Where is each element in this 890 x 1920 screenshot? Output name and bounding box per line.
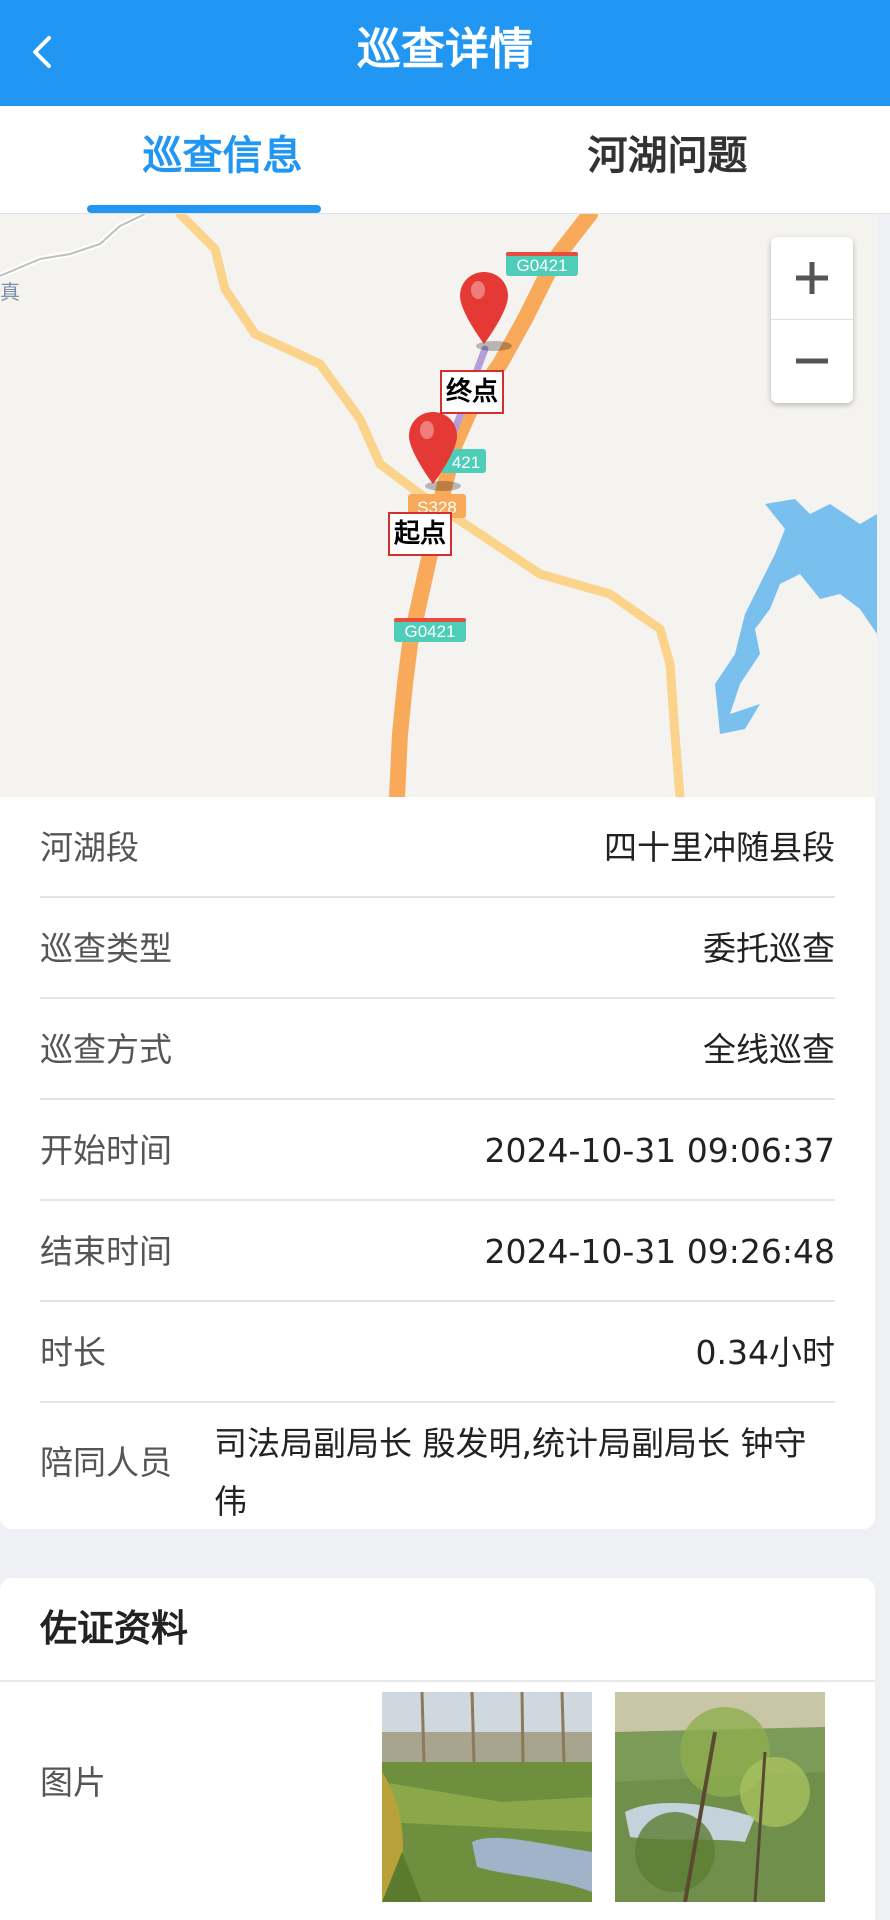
patrol-type-label: 巡查类型 <box>40 929 172 968</box>
photo-image <box>382 1692 592 1902</box>
tab-patrol-info[interactable]: 巡查信息 <box>0 106 445 214</box>
app-header: 巡查详情 <box>0 0 890 106</box>
patrol-method-value: 全线巡查 <box>703 1030 835 1069</box>
row-patrol-type: 巡查类型 委托巡查 <box>40 898 835 999</box>
river-section-label: 河湖段 <box>40 828 139 867</box>
svg-text:G0421: G0421 <box>516 256 567 275</box>
end-time-value: 2024-10-31 09:26:48 <box>484 1232 835 1271</box>
chevron-left-icon <box>33 36 51 68</box>
river-section-value: 四十里冲随县段 <box>604 828 835 867</box>
end-time-label: 结束时间 <box>40 1232 172 1271</box>
patrol-method-label: 巡查方式 <box>40 1030 172 1069</box>
page-title: 巡查详情 <box>357 24 533 75</box>
evidence-photo-2[interactable] <box>615 1692 825 1902</box>
plus-icon <box>796 262 828 294</box>
evidence-title: 佐证资料 <box>40 1607 188 1650</box>
start-time-value: 2024-10-31 09:06:37 <box>484 1131 835 1170</box>
companions-label: 陪同人员 <box>40 1443 172 1482</box>
map-canvas: G0421 421 S328 G0421 真 <box>0 214 877 797</box>
svg-text:G0421: G0421 <box>404 622 455 641</box>
active-tab-indicator <box>87 205 321 213</box>
svg-text:421: 421 <box>452 453 480 472</box>
minus-icon <box>796 358 828 364</box>
zoom-in-button[interactable] <box>771 237 853 319</box>
evidence-divider <box>0 1680 875 1682</box>
row-river-section: 河湖段 四十里冲随县段 <box>40 797 835 898</box>
patrol-type-value: 委托巡查 <box>703 929 835 968</box>
patrol-info-card: 河湖段 四十里冲随县段 巡查类型 委托巡查 巡查方式 全线巡查 开始时间 202… <box>0 797 875 1529</box>
duration-value: 0.34小时 <box>695 1333 835 1372</box>
start-marker-label: 起点 <box>388 512 453 556</box>
tab-bar: 巡查信息 河湖问题 <box>0 106 890 214</box>
map-place-label: 真 <box>0 280 20 304</box>
row-companions: 陪同人员 司法局副局长 殷发明,统计局副局长 钟守伟 <box>40 1403 835 1523</box>
back-button[interactable] <box>14 24 70 80</box>
road-shield-g0421-top: G0421 <box>506 252 578 276</box>
map-zoom-control <box>771 237 853 403</box>
photo-image <box>615 1692 825 1902</box>
evidence-photo-1[interactable] <box>382 1692 592 1902</box>
tab-river-issues[interactable]: 河湖问题 <box>445 106 890 214</box>
photo-label: 图片 <box>40 1763 106 1802</box>
patrol-map[interactable]: G0421 421 S328 G0421 真 终点 起点 <box>0 214 877 797</box>
road-shield-g0421-bottom: G0421 <box>394 618 466 642</box>
end-marker-pin-icon[interactable] <box>460 272 512 351</box>
companions-value: 司法局副局长 殷发明,统计局副局长 钟守伟 <box>214 1424 807 1521</box>
row-start-time: 开始时间 2024-10-31 09:06:37 <box>40 1100 835 1201</box>
row-end-time: 结束时间 2024-10-31 09:26:48 <box>40 1201 835 1302</box>
end-marker-label: 终点 <box>440 370 505 414</box>
row-duration: 时长 0.34小时 <box>40 1302 835 1403</box>
duration-label: 时长 <box>40 1333 106 1372</box>
start-time-label: 开始时间 <box>40 1131 172 1170</box>
zoom-out-button[interactable] <box>771 320 853 402</box>
row-patrol-method: 巡查方式 全线巡查 <box>40 999 835 1100</box>
evidence-card: 佐证资料 图片 <box>0 1578 875 1920</box>
